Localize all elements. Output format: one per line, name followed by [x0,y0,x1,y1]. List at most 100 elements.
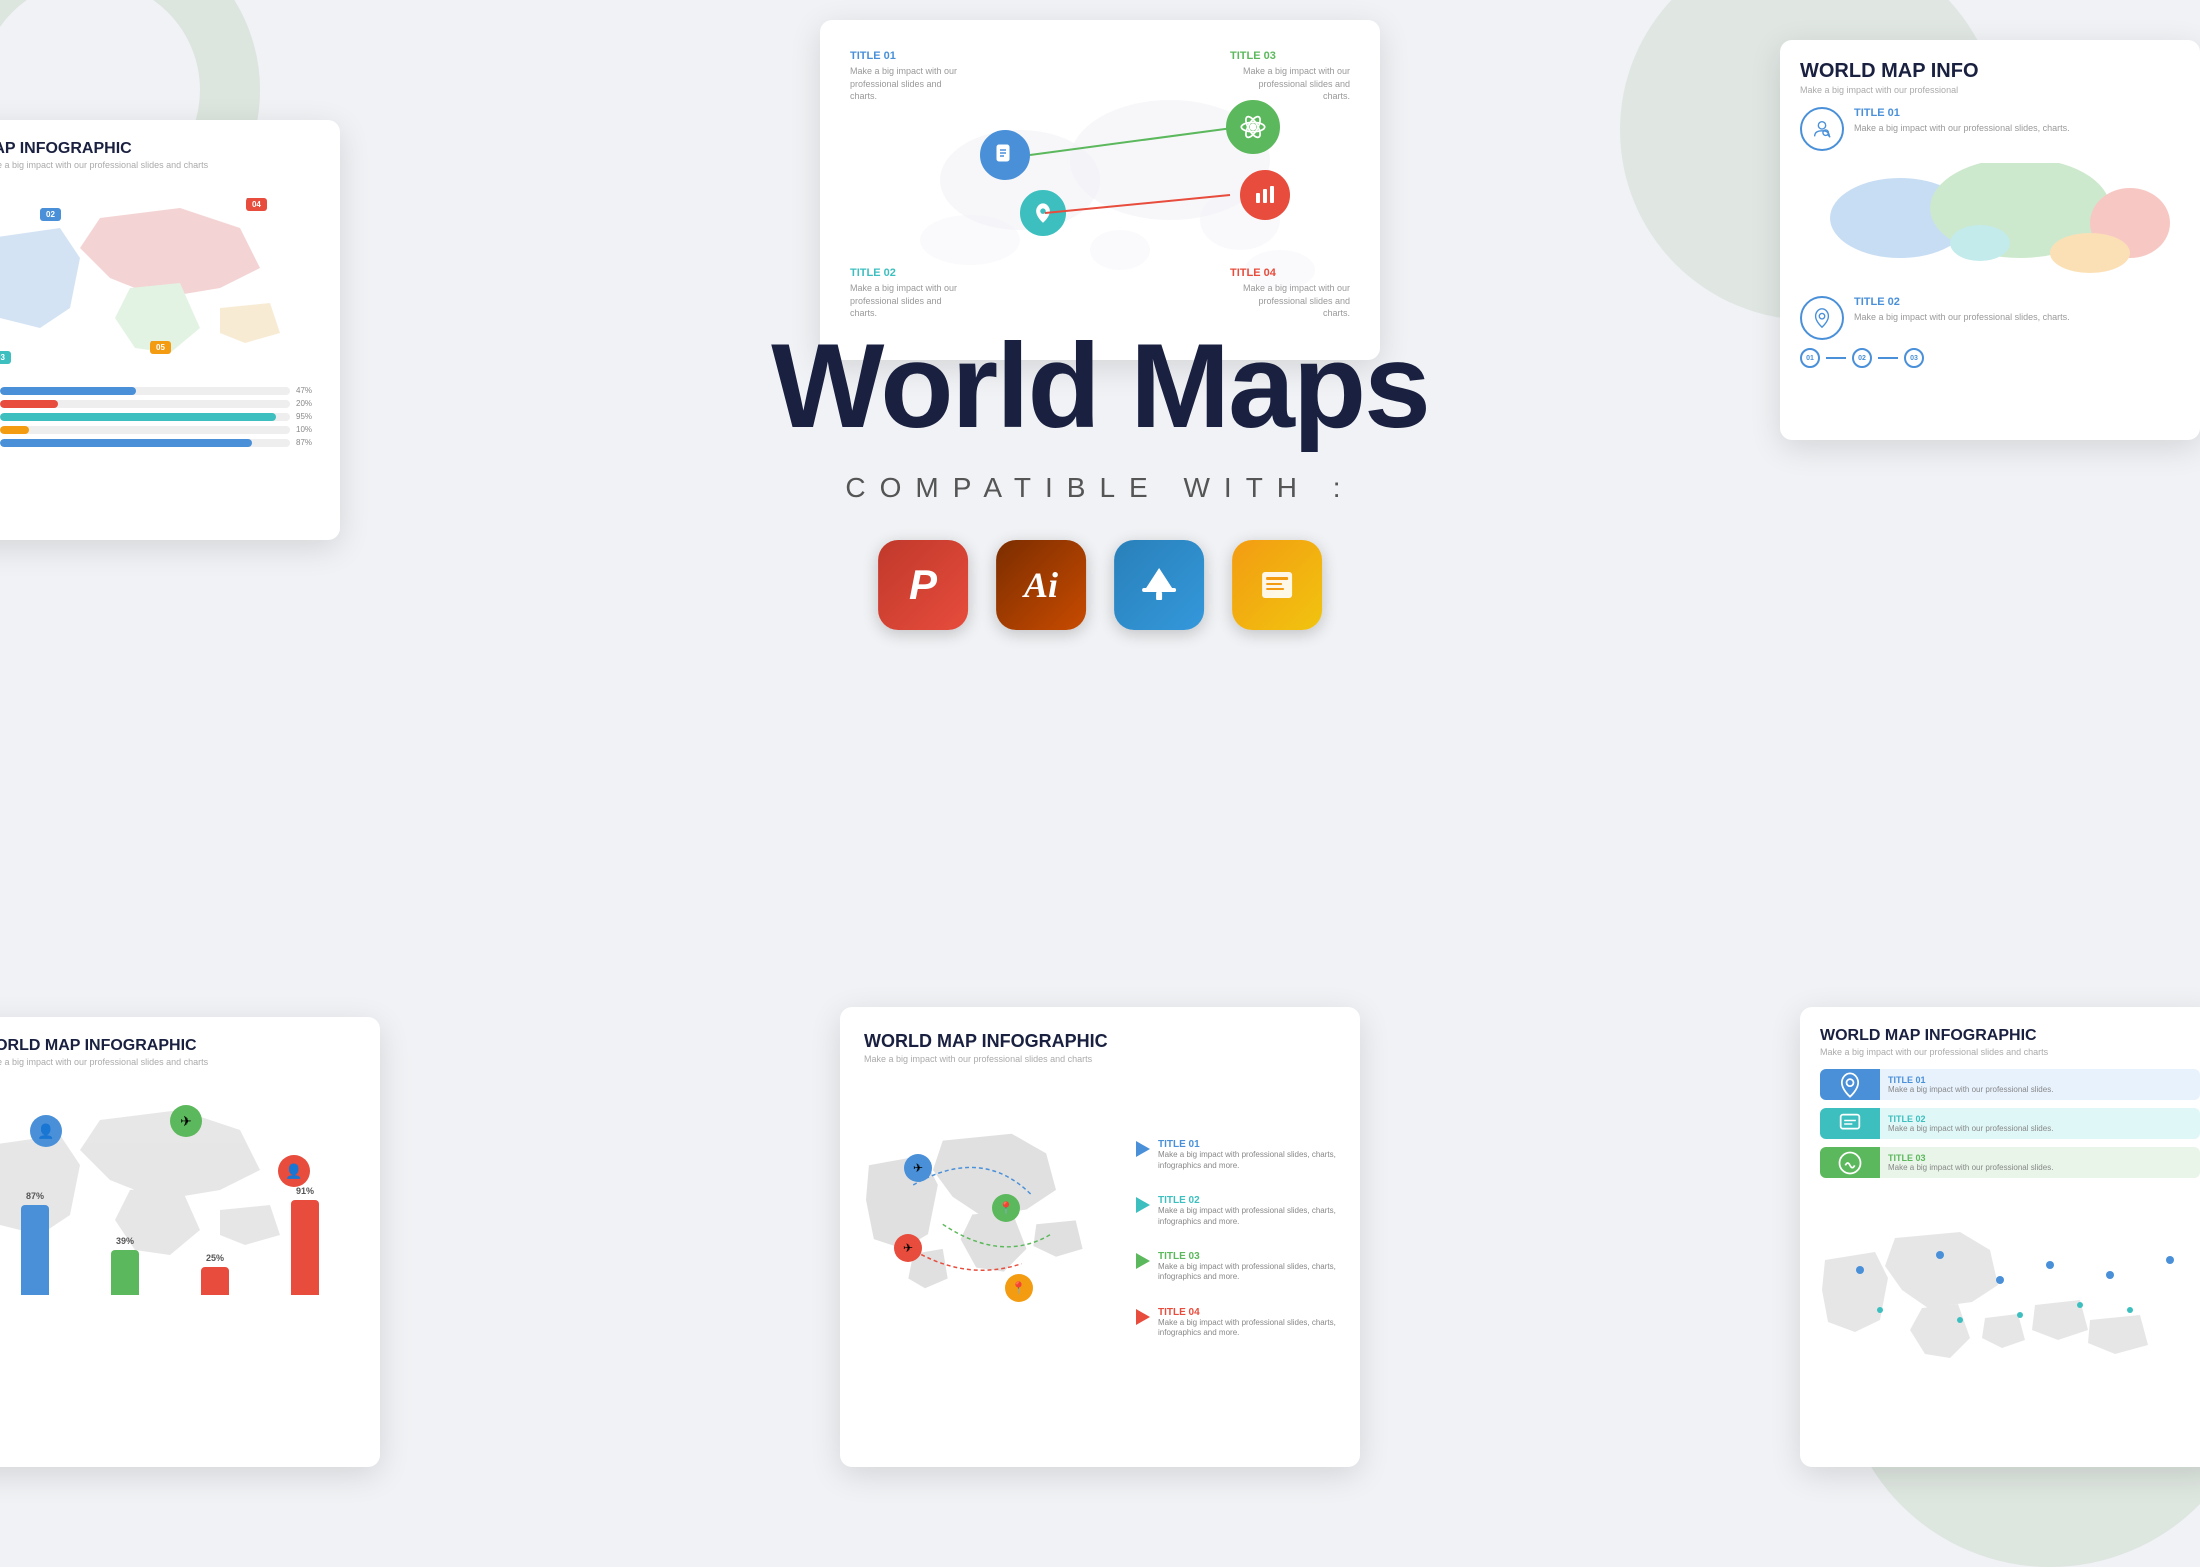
tr-title02-text: TITLE 02 Make a big impact with our prof… [1854,296,2070,340]
progress-row-02: 02 47% [0,386,320,395]
tr-icon-02 [1800,296,1844,340]
map-point-1 [980,130,1030,180]
card-bc-subheading: Make a big impact with our professional … [864,1054,1336,1064]
bc-list: TITLE 01 Make a big impact with professi… [1136,1074,1336,1414]
bc-pin-3: ✈ [894,1234,922,1262]
step-dot-2: 02 [1852,348,1872,368]
progress-bars: 02 47% 04 20% 03 95% 05 10% 01 87% [0,386,320,447]
tr-title01-desc: Make a big impact with our professional … [1854,122,2070,135]
label-04: 04 20% [246,198,260,205]
bc-item-3-text: TITLE 03 Make a big impact with professi… [1158,1251,1336,1283]
arrow-red [1136,1309,1150,1325]
title03-text: Make a big impact with our professional … [1230,65,1350,103]
label-05: 05 10% [150,341,164,348]
card-left-subheading: Make a big impact with our professional … [0,160,320,170]
label-02: 02 47% [40,208,54,215]
bc-list-item-3: TITLE 03 Make a big impact with professi… [1136,1251,1336,1283]
bc-list-item-4: TITLE 04 Make a big impact with professi… [1136,1307,1336,1339]
tile-icon-2 [1820,1108,1880,1139]
title04-label: TITLE 04 [1230,267,1350,279]
bc-list-item-2: TITLE 02 Make a big impact with professi… [1136,1195,1336,1227]
card-left-map: 02 47% 04 20% 03 95% 05 10% [0,178,320,378]
bar-1: 87% [21,1191,49,1295]
map-point-2 [1020,190,1066,236]
tile-text-1: TITLE 01 Make a big impact with our prof… [1880,1069,2200,1100]
step-dot-1: 01 [1800,348,1820,368]
title01-label: TITLE 01 [850,50,970,62]
card-br-heading: WORLD MAP INFOGRAPHIC [1820,1027,2200,1045]
tr-title01-label: TITLE 01 [1854,107,2070,119]
title04-section: TITLE 04 Make a big impact with our prof… [1230,267,1350,320]
card-bl-heading: WORLD MAP INFOGRAPHIC [0,1037,360,1055]
powerpoint-icon[interactable]: P [878,540,968,630]
tr-icon-01 [1800,107,1844,151]
card-top-center: TITLE 01 Make a big impact with our prof… [820,20,1380,360]
keynote-icon[interactable] [1114,540,1204,630]
title03-label: TITLE 03 [1230,50,1350,62]
tr-title02-desc: Make a big impact with our professional … [1854,311,2070,324]
map-point-4 [1240,170,1290,220]
card-bottom-left: WORLD MAP INFOGRAPHIC Make a big impact … [0,1017,380,1467]
tile-icon-1 [1820,1069,1880,1100]
tr-title02-row: TITLE 02 Make a big impact with our prof… [1800,296,2180,340]
card-br-subheading: Make a big impact with our professional … [1820,1047,2200,1057]
google-slides-icon[interactable] [1232,540,1322,630]
br-dots [1820,1190,2200,1370]
bc-pin-1: ✈ [904,1154,932,1182]
tr-title01-row: TITLE 01 Make a big impact with our prof… [1800,107,2180,151]
compatible-label: COMPATIBLE WITH : [771,472,1429,504]
bar-2: 39% [111,1236,139,1295]
arrow-blue [1136,1141,1150,1157]
tile-row-1: TITLE 01 Make a big impact with our prof… [1820,1069,2200,1100]
card-top-right-subheading: Make a big impact with our professional [1800,85,2180,95]
progress-row-03: 03 95% [0,412,320,421]
step-dots-row: 01 02 03 [1800,348,2180,368]
app-icons-row: P Ai [771,540,1429,630]
progress-row-05: 05 10% [0,425,320,434]
title01-text: Make a big impact with our professional … [850,65,970,103]
tile-list: TITLE 01 Make a big impact with our prof… [1820,1069,2200,1178]
hero-section: World Maps COMPATIBLE WITH : P Ai [771,320,1429,630]
br-dot-map [1820,1190,2200,1370]
progress-row-04: 04 20% [0,399,320,408]
card-bl-subheading: Make a big impact with our professional … [0,1057,360,1067]
bar-4: 91% [291,1186,319,1295]
bc-item-2-text: TITLE 02 Make a big impact with professi… [1158,1195,1336,1227]
card-left: MAP INFOGRAPHIC Make a big impact with o… [0,120,340,540]
progress-row-01: 01 87% [0,438,320,447]
title01-section: TITLE 01 Make a big impact with our prof… [850,50,970,103]
tr-map [1800,163,2180,283]
bc-list-item-1: TITLE 01 Make a big impact with professi… [1136,1139,1336,1171]
title02-label: TITLE 02 [850,267,970,279]
tile-row-3: TITLE 03 Make a big impact with our prof… [1820,1147,2200,1178]
title02-text: Make a big impact with our professional … [850,282,970,320]
tile-text-2: TITLE 02 Make a big impact with our prof… [1880,1108,2200,1139]
title04-text: Make a big impact with our professional … [1230,282,1350,320]
arrow-green [1136,1253,1150,1269]
step-dot-3: 03 [1904,348,1924,368]
tr-title02-label: TITLE 02 [1854,296,2070,308]
map-point-3 [1226,100,1280,154]
card-bl-map: 👤 ✈ 👤 87% 39% 25% [0,1075,360,1295]
card-bc-heading: WORLD MAP INFOGRAPHIC [864,1031,1336,1052]
tile-row-2: TITLE 02 Make a big impact with our prof… [1820,1108,2200,1139]
title02-section: TITLE 02 Make a big impact with our prof… [850,267,970,320]
arrow-teal [1136,1197,1150,1213]
step-line-1 [1826,357,1846,359]
card-bottom-right: WORLD MAP INFOGRAPHIC Make a big impact … [1800,1007,2200,1467]
main-title: World Maps [771,320,1429,452]
card-top-right: WORLD MAP INFO Make a big impact with ou… [1780,40,2200,440]
title03-section: TITLE 03 Make a big impact with our prof… [1230,50,1350,103]
bc-item-1-text: TITLE 01 Make a big impact with professi… [1158,1139,1336,1171]
pin-1: 👤 [30,1115,62,1147]
card-top-right-heading: WORLD MAP INFO [1800,60,2180,83]
bc-item-4-text: TITLE 04 Make a big impact with professi… [1158,1307,1336,1339]
bc-pin-4: 📍 [1005,1274,1033,1302]
pin-2: ✈ [170,1105,202,1137]
bc-pin-2: 📍 [992,1194,1020,1222]
tr-title01-text: TITLE 01 Make a big impact with our prof… [1854,107,2070,151]
step-line-2 [1878,357,1898,359]
bc-content: ✈ 📍 ✈ 📍 TITLE 01 Make a big impact with … [864,1074,1336,1414]
card-left-heading: MAP INFOGRAPHIC [0,140,320,158]
illustrator-icon[interactable]: Ai [996,540,1086,630]
